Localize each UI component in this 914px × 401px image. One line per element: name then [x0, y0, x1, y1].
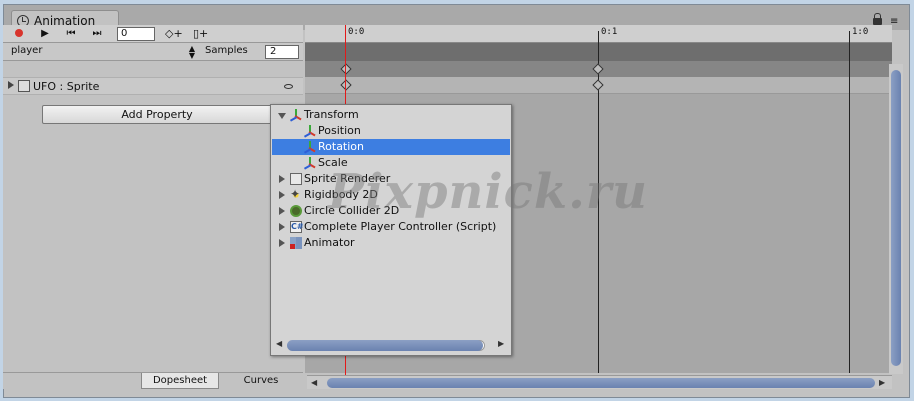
play-icon: ▶ — [41, 28, 49, 39]
popup-item-label: Scale — [318, 156, 348, 169]
vertical-scrollbar[interactable] — [889, 64, 903, 374]
script-icon: C# — [290, 221, 304, 233]
popup-item-transform[interactable]: Transform — [272, 107, 510, 123]
ruler-label: 1:0 — [852, 27, 869, 37]
popup-item-label: Complete Player Controller (Script) — [304, 220, 497, 233]
popup-item-circle-collider-2d[interactable]: Circle Collider 2D — [272, 203, 510, 219]
scroll-left-icon[interactable]: ◀ — [311, 378, 317, 387]
popup-horizontal-scrollbar[interactable]: ◀ ▶ — [273, 338, 509, 352]
transform-icon — [303, 125, 316, 138]
lock-icon[interactable] — [873, 13, 882, 25]
ruler-tick — [849, 31, 850, 43]
samples-input[interactable]: 2 — [265, 45, 299, 59]
add-event-icon[interactable]: ▯+ — [193, 26, 208, 41]
popup-item-animator[interactable]: Animator — [272, 235, 510, 251]
add-keyframe-icon[interactable]: ◇+ — [165, 26, 183, 41]
time-gridline — [849, 43, 850, 373]
expand-arrow-icon[interactable] — [279, 207, 285, 215]
frame-input[interactable]: 0 — [117, 27, 155, 41]
ruler-label: 0:0 — [348, 27, 365, 37]
prev-key-button[interactable]: ⏮ — [59, 26, 83, 41]
time-ruler[interactable]: 0:0 0:1 1:0 — [305, 25, 892, 43]
transform-icon — [289, 109, 302, 122]
horizontal-scroll-thumb[interactable] — [327, 378, 875, 388]
record-icon — [15, 29, 23, 37]
tab-curves[interactable]: Curves — [223, 373, 299, 389]
sprite-renderer-icon — [290, 173, 302, 185]
clip-dropdown-value: player — [11, 45, 43, 56]
clip-row: player ▲ ▼ Samples 2 — [3, 43, 303, 61]
sprite-icon — [18, 80, 30, 92]
left-panel: ▶ ⏮ ⏭ 0 ◇+ ▯+ player ▲ ▼ Samples 2 UFO : … — [3, 25, 303, 373]
popup-item-sprite-renderer[interactable]: Sprite Renderer — [272, 171, 510, 187]
vertical-scroll-thumb[interactable] — [891, 70, 901, 366]
visibility-icon[interactable] — [284, 84, 293, 89]
expand-arrow-icon[interactable] — [279, 191, 285, 199]
popup-item-label: Rigidbody 2D — [304, 188, 378, 201]
record-button[interactable] — [7, 26, 31, 41]
add-property-popup: Transform Position Rotation Scale Sprite… — [270, 104, 512, 356]
animator-icon — [290, 237, 302, 249]
clip-dropdown[interactable]: player ▲ ▼ — [3, 43, 199, 61]
popup-item-label: Sprite Renderer — [304, 172, 391, 185]
expand-arrow-icon[interactable] — [8, 81, 14, 89]
rigidbody-icon — [290, 186, 302, 202]
circle-collider-icon — [290, 205, 302, 217]
transform-icon — [303, 157, 316, 170]
animation-toolbar: ▶ ⏮ ⏭ 0 ◇+ ▯+ — [3, 25, 303, 43]
popup-item-label: Transform — [304, 108, 359, 121]
popup-item-rotation[interactable]: Rotation — [272, 139, 510, 155]
scroll-left-icon[interactable]: ◀ — [276, 339, 282, 348]
scroll-right-icon[interactable]: ▶ — [879, 378, 885, 387]
ruler-label: 0:1 — [601, 27, 618, 37]
view-mode-tabs: Dopesheet Curves — [3, 372, 303, 389]
expand-arrow-icon[interactable] — [279, 223, 285, 231]
scroll-right-icon[interactable]: ▶ — [498, 339, 504, 348]
popup-item-label: Animator — [304, 236, 355, 249]
property-row-ufo-sprite[interactable]: UFO : Sprite — [3, 77, 303, 95]
popup-item-player-controller[interactable]: C# Complete Player Controller (Script) — [272, 219, 510, 235]
next-key-icon: ⏭ — [92, 28, 102, 39]
time-gridline — [598, 43, 599, 373]
popup-item-label: Rotation — [318, 140, 365, 153]
horizontal-scrollbar[interactable]: ◀ ▶ — [307, 375, 892, 389]
popup-item-scale[interactable]: Scale — [272, 155, 510, 171]
dropdown-arrows-icon: ▲ ▼ — [188, 44, 195, 60]
tab-dopesheet[interactable]: Dopesheet — [141, 373, 219, 389]
popup-scroll-thumb[interactable] — [287, 340, 483, 351]
popup-item-rigidbody-2d[interactable]: Rigidbody 2D — [272, 186, 510, 203]
samples-label: Samples — [205, 45, 248, 56]
ruler-tick — [598, 31, 599, 43]
add-property-button[interactable]: Add Property — [42, 105, 272, 124]
popup-item-label: Position — [318, 124, 361, 137]
play-button[interactable]: ▶ — [33, 26, 57, 41]
property-label: UFO : Sprite — [33, 80, 100, 93]
prev-key-icon: ⏮ — [66, 28, 76, 39]
popup-item-position[interactable]: Position — [272, 123, 510, 139]
popup-item-label: Circle Collider 2D — [304, 204, 400, 217]
expand-arrow-icon[interactable] — [279, 239, 285, 247]
expand-arrow-icon[interactable] — [279, 175, 285, 183]
collapse-arrow-icon[interactable] — [278, 113, 286, 119]
transform-icon — [303, 141, 316, 154]
next-key-button[interactable]: ⏭ — [85, 26, 109, 41]
